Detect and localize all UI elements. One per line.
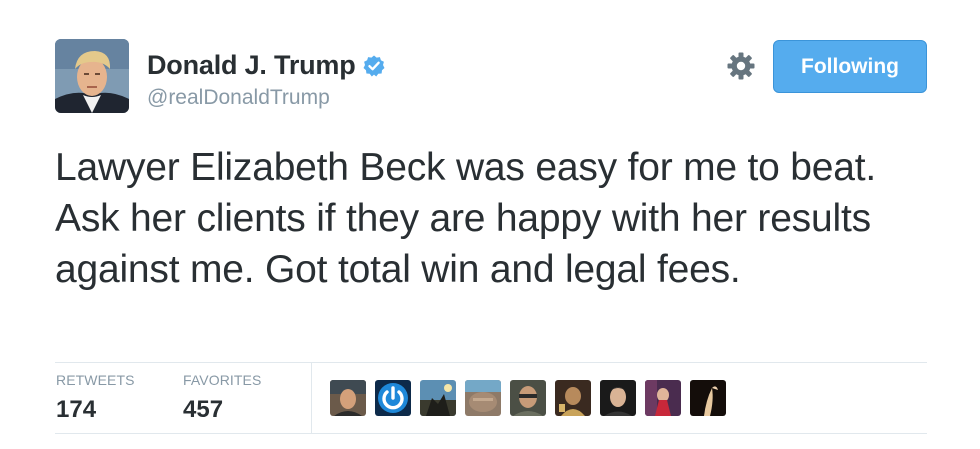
author-handle[interactable]: @realDonaldTrump: [147, 86, 330, 110]
favoriter-avatar[interactable]: [645, 380, 681, 416]
favorites-label: FAVORITES: [183, 372, 262, 388]
tweet-text: Lawyer Elizabeth Beck was easy for me to…: [55, 146, 877, 291]
favorites-count: 457: [183, 396, 224, 423]
verified-badge-icon: [363, 55, 385, 76]
divider: [55, 362, 927, 363]
favoriter-avatar[interactable]: [465, 380, 501, 416]
retweets-count: 174: [56, 396, 97, 423]
retweets-label: RETWEETS: [56, 372, 135, 388]
divider: [55, 433, 927, 434]
favoriter-avatar[interactable]: [330, 380, 366, 416]
user-avatar-icon: [690, 380, 726, 416]
favoriter-avatar[interactable]: [420, 380, 456, 416]
user-avatar-icon: [600, 380, 636, 416]
favoriter-avatar[interactable]: [555, 380, 591, 416]
user-avatar-icon: [330, 380, 366, 416]
tweet-card: Donald J. Trump @realDonaldTrump Followi…: [0, 0, 980, 449]
user-avatar-icon: [420, 380, 456, 416]
author-avatar[interactable]: [55, 39, 129, 113]
author-name-row: Donald J. Trump: [147, 50, 386, 81]
favoriters-avatars: [330, 380, 735, 416]
user-avatar-icon: [645, 380, 681, 416]
power-icon: [375, 380, 411, 416]
favoriter-avatar[interactable]: [690, 380, 726, 416]
following-button[interactable]: Following: [773, 40, 927, 93]
retweets-stat[interactable]: RETWEETS 174: [56, 372, 135, 424]
favoriter-avatar[interactable]: [375, 380, 411, 416]
user-avatar-icon: [510, 380, 546, 416]
author-display-name[interactable]: Donald J. Trump: [147, 50, 356, 81]
user-avatar-icon: [555, 380, 591, 416]
gear-icon[interactable]: [726, 51, 756, 81]
favoriter-avatar[interactable]: [510, 380, 546, 416]
stats-separator: [311, 363, 312, 433]
avatar-image: [55, 39, 129, 113]
user-avatar-icon: [465, 380, 501, 416]
favorites-stat[interactable]: FAVORITES 457: [183, 372, 261, 424]
favoriter-avatar[interactable]: [600, 380, 636, 416]
